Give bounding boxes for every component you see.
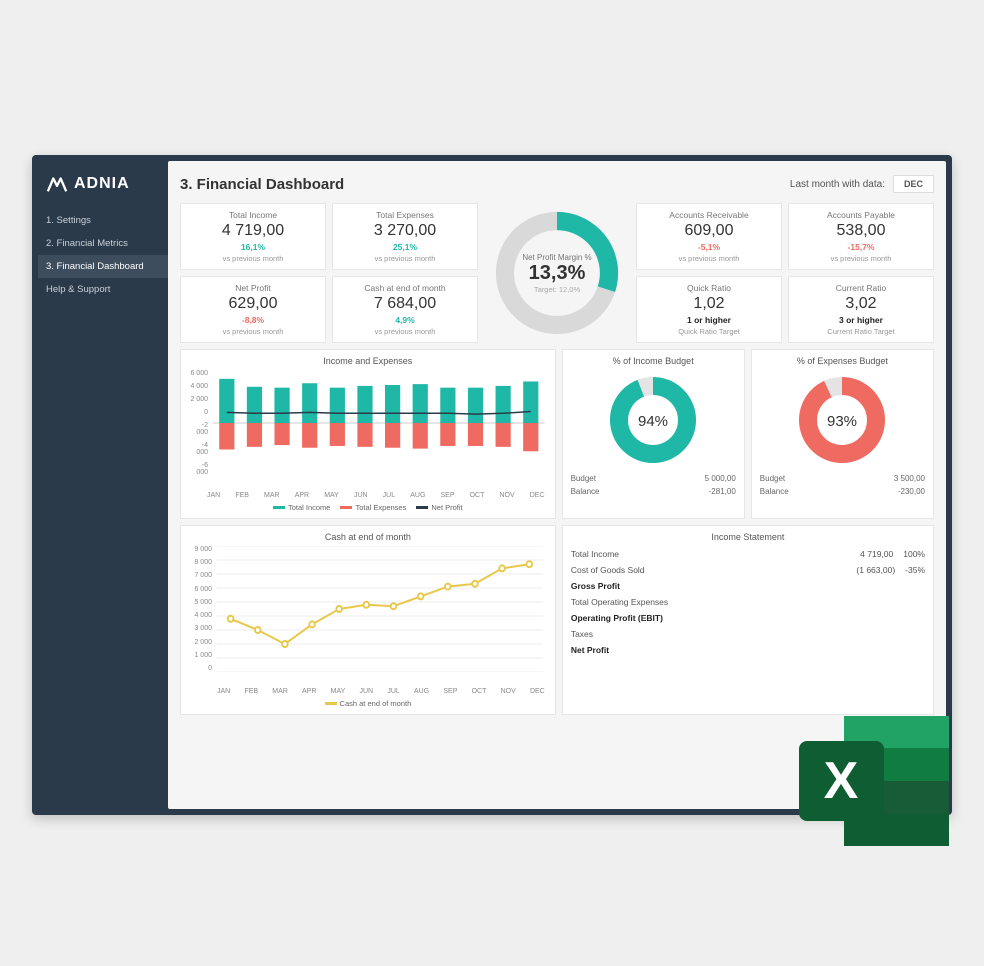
kpi-grid: Total Income 4 719,00 16,1% vs previous … xyxy=(180,203,934,343)
stmt-row: Net Profit xyxy=(571,642,925,658)
svg-text:X: X xyxy=(824,752,859,810)
sidebar-nav: 1. Settings2. Financial Metrics3. Financ… xyxy=(38,209,168,301)
last-month-label: Last month with data: xyxy=(790,179,885,190)
sidebar-item-0[interactable]: 1. Settings xyxy=(38,209,168,232)
brand-text: ADNIA xyxy=(74,175,130,193)
logo-icon xyxy=(46,173,68,195)
kpi-current-ratio: Current Ratio 3,02 3 or higher Current R… xyxy=(788,276,934,343)
stmt-row: Cost of Goods Sold(1 663,00)-35% xyxy=(571,562,925,578)
stmt-row: Operating Profit (EBIT) xyxy=(571,610,925,626)
kpi-accounts-payable: Accounts Payable 538,00 -15,7% vs previo… xyxy=(788,203,934,270)
sidebar-item-1[interactable]: 2. Financial Metrics xyxy=(38,232,168,255)
month-selector[interactable]: DEC xyxy=(893,175,934,193)
kpi-total-income: Total Income 4 719,00 16,1% vs previous … xyxy=(180,203,326,270)
net-profit-margin-gauge: Net Profit Margin % 13,3% Target: 12,0% xyxy=(484,203,630,343)
stmt-row: Gross Profit xyxy=(571,578,925,594)
brand: ADNIA xyxy=(38,167,168,209)
kpi-total-expenses: Total Expenses 3 270,00 25,1% vs previou… xyxy=(332,203,478,270)
stmt-row: Total Income4 719,00100% xyxy=(571,546,925,562)
income-expenses-chart: Income and Expenses 6 0004 0002 0000-2 0… xyxy=(180,349,556,519)
kpi-net-profit: Net Profit 629,00 -8,8% vs previous mont… xyxy=(180,276,326,343)
stmt-row: Taxes xyxy=(571,626,925,642)
sidebar: ADNIA 1. Settings2. Financial Metrics3. … xyxy=(38,161,168,809)
kpi-accounts-receivable: Accounts Receivable 609,00 -5,1% vs prev… xyxy=(636,203,782,270)
svg-text:94%: 94% xyxy=(638,413,668,430)
cash-eom-chart: Cash at end of month 9 0008 0007 0006 00… xyxy=(180,525,556,715)
expenses-budget-panel: % of Expenses Budget 93% Budget3 500,00 … xyxy=(751,349,934,519)
page-title: 3. Financial Dashboard xyxy=(180,176,344,193)
excel-icon: X xyxy=(784,706,954,856)
header: 3. Financial Dashboard Last month with d… xyxy=(180,171,934,203)
kpi-cash-eom: Cash at end of month 7 684,00 4,9% vs pr… xyxy=(332,276,478,343)
stmt-row: Total Operating Expenses xyxy=(571,594,925,610)
income-budget-panel: % of Income Budget 94% Budget5 000,00 Ba… xyxy=(562,349,745,519)
svg-text:93%: 93% xyxy=(827,413,857,430)
sidebar-item-2[interactable]: 3. Financial Dashboard xyxy=(38,255,168,278)
income-statement-panel: Income Statement Total Income4 719,00100… xyxy=(562,525,934,715)
kpi-quick-ratio: Quick Ratio 1,02 1 or higher Quick Ratio… xyxy=(636,276,782,343)
sidebar-item-3[interactable]: Help & Support xyxy=(38,278,168,301)
